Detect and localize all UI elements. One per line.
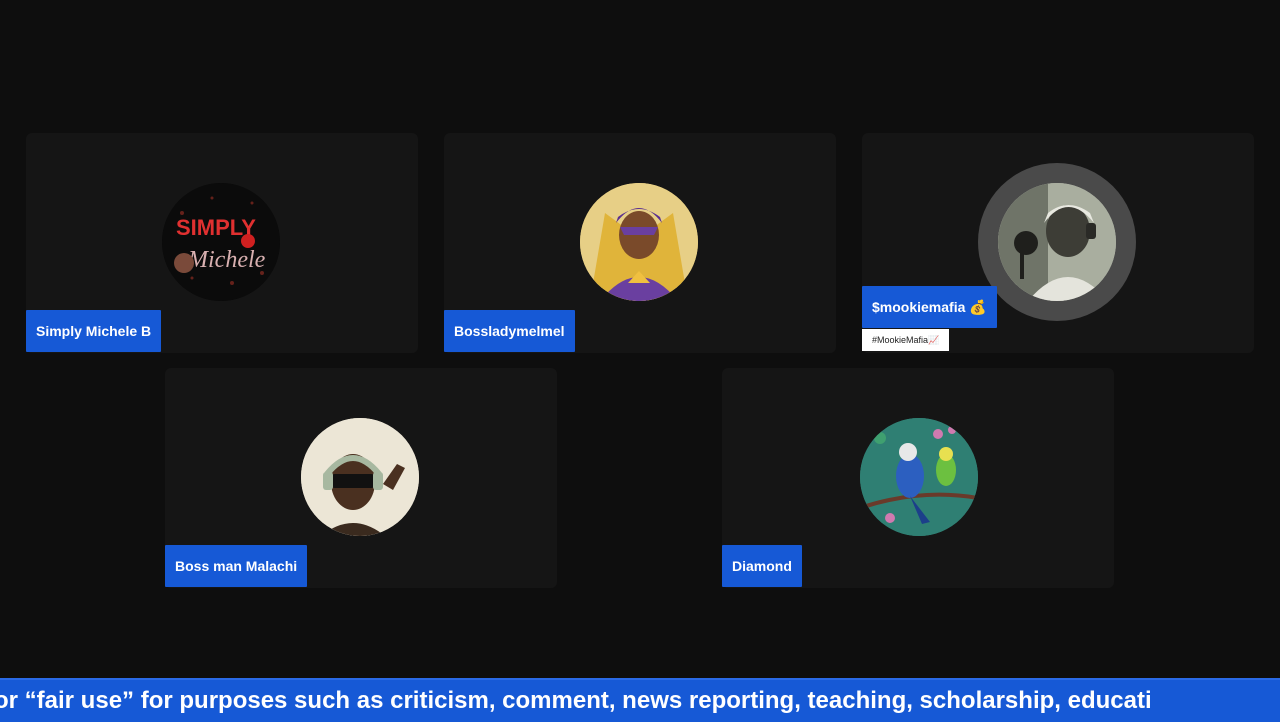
simply-michele-avatar-script: Michele [187, 247, 266, 273]
participant-tile-bossladymelmel[interactable]: Bossladymelmel [444, 133, 836, 353]
participant-tile-boss-man-malachi[interactable]: Boss man Malachi [165, 368, 557, 588]
participant-tile-simply-michele[interactable]: SIMPLY Michele Simply Michele B [26, 133, 418, 353]
scrolling-ticker-banner: or “fair use” for purposes such as criti… [0, 678, 1280, 722]
participant-name-tag: Boss man Malachi [165, 545, 308, 587]
participant-tile-mookiemafia[interactable]: $mookiemafia 💰 #MookieMafia📈 [862, 133, 1254, 353]
simply-michele-avatar: SIMPLY Michele [162, 183, 280, 301]
participant-tile-diamond[interactable]: Diamond [722, 368, 1114, 588]
ticker-text: or “fair use” for purposes such as criti… [0, 687, 1152, 714]
participant-name-tag: Diamond [722, 545, 802, 587]
diamond-avatar [860, 418, 978, 536]
video-call-grid: SIMPLY Michele Simply Michele B Bosslady… [0, 0, 1280, 678]
superhero-avatar [580, 183, 698, 301]
participant-name-tag: Bossladymelmel [444, 310, 575, 352]
participant-name-tag: Simply Michele B [26, 310, 162, 352]
participant-subtitle-tag: #MookieMafia📈 [862, 329, 950, 351]
mookiemafia-avatar [998, 183, 1116, 301]
malachi-avatar [301, 418, 419, 536]
participant-name-tag: $mookiemafia 💰 [862, 286, 997, 328]
